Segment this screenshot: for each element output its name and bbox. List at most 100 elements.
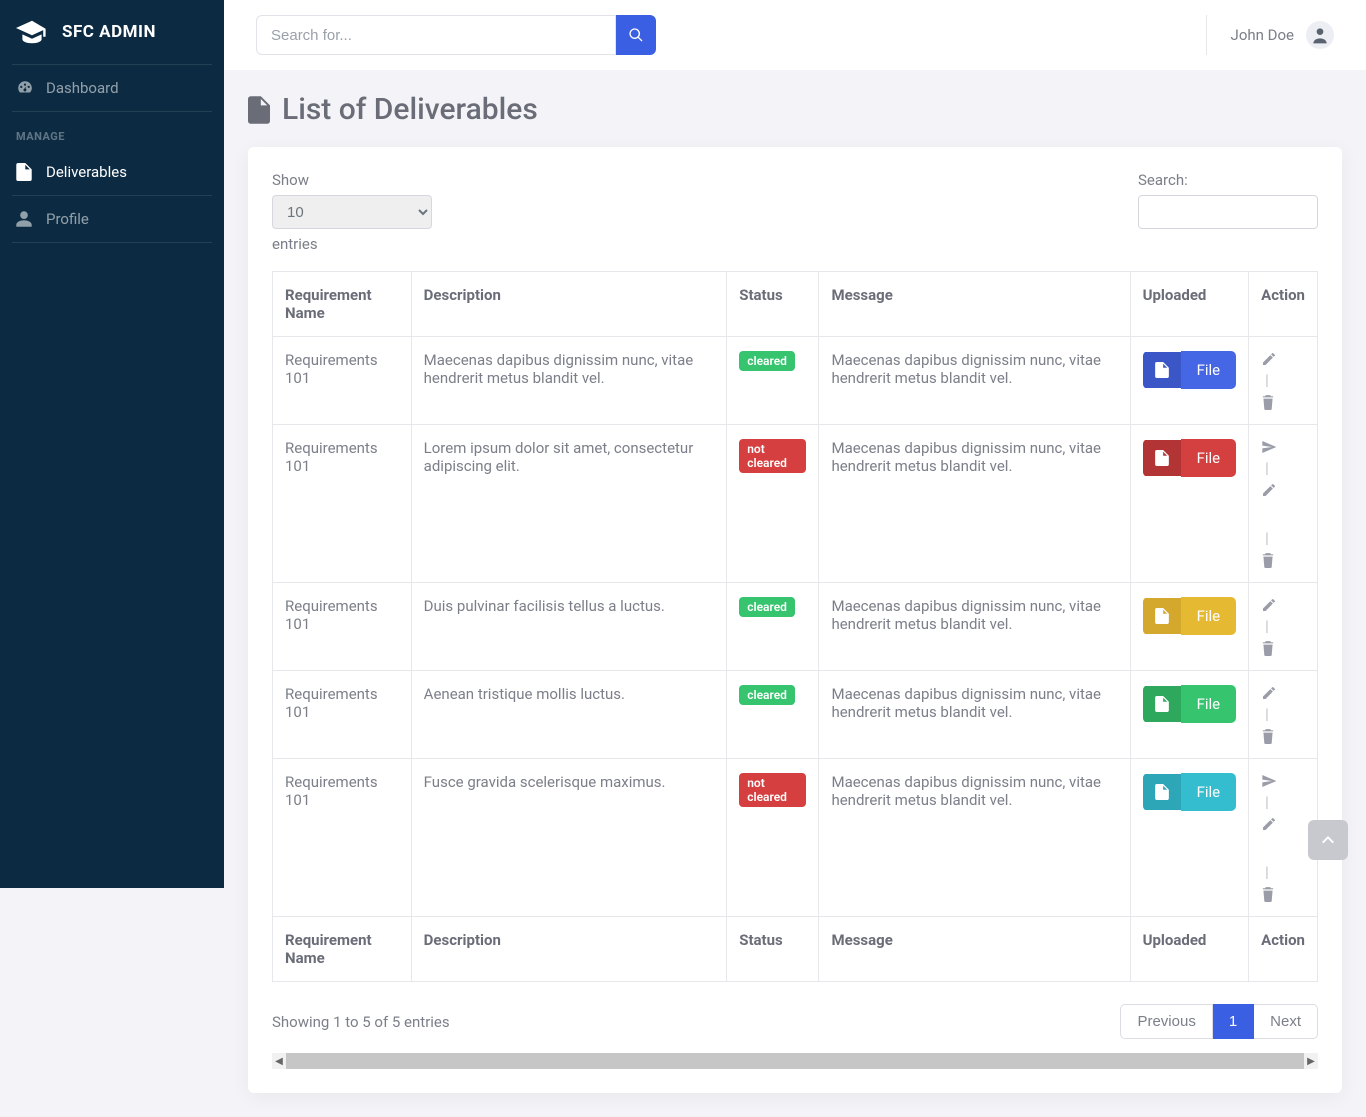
- col-status: Status: [727, 917, 819, 982]
- sidebar-item-label: Profile: [46, 210, 89, 228]
- separator: |: [1265, 705, 1269, 723]
- avatar-icon: [1310, 25, 1330, 45]
- file-button-label: File: [1181, 773, 1237, 811]
- delete-action[interactable]: [1261, 728, 1305, 744]
- cell-action: |: [1249, 671, 1318, 759]
- col-action[interactable]: Action: [1249, 272, 1318, 337]
- deliverables-table: Requirement Name Description Status Mess…: [272, 271, 1318, 982]
- cell-description: Fusce gravida scelerisque maximus.: [411, 759, 727, 917]
- delete-action[interactable]: [1261, 640, 1305, 656]
- cell-status: cleared: [727, 583, 819, 671]
- sidebar-item-dashboard[interactable]: Dashboard: [0, 65, 224, 111]
- col-message[interactable]: Message: [819, 272, 1130, 337]
- cell-status: cleared: [727, 337, 819, 425]
- horizontal-scrollbar[interactable]: ◀ ▶: [272, 1053, 1318, 1069]
- cell-description: Lorem ipsum dolor sit amet, consectetur …: [411, 425, 727, 583]
- cell-message: Maecenas dapibus dignissim nunc, vitae h…: [819, 671, 1130, 759]
- search-input[interactable]: [256, 15, 616, 55]
- file-word-icon: [1143, 774, 1181, 810]
- col-message: Message: [819, 917, 1130, 982]
- delete-action[interactable]: [1261, 394, 1305, 410]
- cell-message: Maecenas dapibus dignissim nunc, vitae h…: [819, 759, 1130, 917]
- send-action[interactable]: [1261, 773, 1305, 789]
- pagination-previous[interactable]: Previous: [1120, 1004, 1212, 1039]
- table-search-input[interactable]: [1138, 195, 1318, 229]
- file-icon: [248, 96, 270, 124]
- search-button[interactable]: [616, 15, 656, 55]
- table-info: Showing 1 to 5 of 5 entries: [272, 1013, 450, 1031]
- file-button-label: File: [1181, 351, 1237, 389]
- file-button[interactable]: File: [1143, 597, 1237, 635]
- cell-uploaded: File: [1130, 583, 1249, 671]
- scrollbar-thumb[interactable]: [286, 1053, 1304, 1069]
- scroll-left-arrow[interactable]: ◀: [272, 1053, 286, 1069]
- file-button-label: File: [1181, 685, 1237, 723]
- brand-label: SFC ADMIN: [62, 22, 156, 42]
- file-button-label: File: [1181, 597, 1237, 635]
- table-search-control: Search:: [1138, 171, 1318, 253]
- file-word-icon: [1143, 598, 1181, 634]
- brand[interactable]: SFC ADMIN: [0, 0, 224, 64]
- edit-action[interactable]: [1261, 351, 1305, 367]
- status-badge: cleared: [739, 597, 795, 617]
- edit-action[interactable]: [1261, 816, 1305, 832]
- table-row: Requirements 101Fusce gravida scelerisqu…: [273, 759, 1318, 917]
- separator: |: [1265, 371, 1269, 389]
- sidebar-item-profile[interactable]: Profile: [0, 196, 224, 242]
- file-word-icon: [1143, 352, 1181, 388]
- file-button[interactable]: File: [1143, 351, 1237, 389]
- sidebar-item-label: Deliverables: [46, 163, 127, 181]
- edit-action[interactable]: [1261, 685, 1305, 701]
- col-action: Action: [1249, 917, 1318, 982]
- separator: |: [1265, 617, 1269, 635]
- sidebar-item-deliverables[interactable]: Deliverables: [0, 149, 224, 195]
- topbar: John Doe: [224, 0, 1366, 70]
- file-button-label: File: [1181, 439, 1237, 477]
- cell-message: Maecenas dapibus dignissim nunc, vitae h…: [819, 337, 1130, 425]
- table-header-row: Requirement Name Description Status Mess…: [273, 272, 1318, 337]
- col-description[interactable]: Description: [411, 272, 727, 337]
- file-button[interactable]: File: [1143, 439, 1237, 477]
- pagination: Previous 1 Next: [1120, 1004, 1318, 1039]
- delete-action[interactable]: [1261, 886, 1305, 902]
- cell-status: not cleared: [727, 425, 819, 583]
- cell-action: | |: [1249, 425, 1318, 583]
- cell-name: Requirements 101: [273, 583, 412, 671]
- file-word-icon: [1143, 440, 1181, 476]
- send-action[interactable]: [1261, 439, 1305, 455]
- username-label: John Doe: [1231, 26, 1294, 44]
- cell-description: Aenean tristique mollis luctus.: [411, 671, 727, 759]
- col-status[interactable]: Status: [727, 272, 819, 337]
- edit-action[interactable]: [1261, 482, 1305, 498]
- entries-suffix: entries: [272, 235, 432, 253]
- delete-action[interactable]: [1261, 552, 1305, 568]
- pagination-next[interactable]: Next: [1254, 1004, 1318, 1039]
- table-row: Requirements 101Lorem ipsum dolor sit am…: [273, 425, 1318, 583]
- cell-status: not cleared: [727, 759, 819, 917]
- col-uploaded[interactable]: Uploaded: [1130, 272, 1249, 337]
- pagination-page-1[interactable]: 1: [1213, 1004, 1254, 1039]
- length-select[interactable]: 10: [272, 195, 432, 229]
- graduation-cap-icon: [16, 20, 48, 44]
- main-content: List of Deliverables Show 10 entries Sea…: [224, 0, 1366, 1117]
- cell-uploaded: File: [1130, 337, 1249, 425]
- cell-action: |: [1249, 337, 1318, 425]
- cell-uploaded: File: [1130, 759, 1249, 917]
- sidebar: SFC ADMIN Dashboard MANAGE Deliverables …: [0, 0, 224, 888]
- table-footer-row: Requirement Name Description Status Mess…: [273, 917, 1318, 982]
- edit-action[interactable]: [1261, 597, 1305, 613]
- file-icon: [16, 163, 36, 181]
- col-name: Requirement Name: [273, 917, 412, 982]
- col-name[interactable]: Requirement Name: [273, 272, 412, 337]
- scroll-right-arrow[interactable]: ▶: [1304, 1053, 1318, 1069]
- status-badge: not cleared: [739, 439, 806, 473]
- separator: |: [1265, 793, 1269, 811]
- cell-message: Maecenas dapibus dignissim nunc, vitae h…: [819, 425, 1130, 583]
- cell-name: Requirements 101: [273, 425, 412, 583]
- file-button[interactable]: File: [1143, 773, 1237, 811]
- cell-description: Duis pulvinar facilisis tellus a luctus.: [411, 583, 727, 671]
- file-button[interactable]: File: [1143, 685, 1237, 723]
- cell-action: |: [1249, 583, 1318, 671]
- user-menu[interactable]: John Doe: [1206, 15, 1334, 55]
- scroll-to-top-button[interactable]: [1308, 820, 1348, 860]
